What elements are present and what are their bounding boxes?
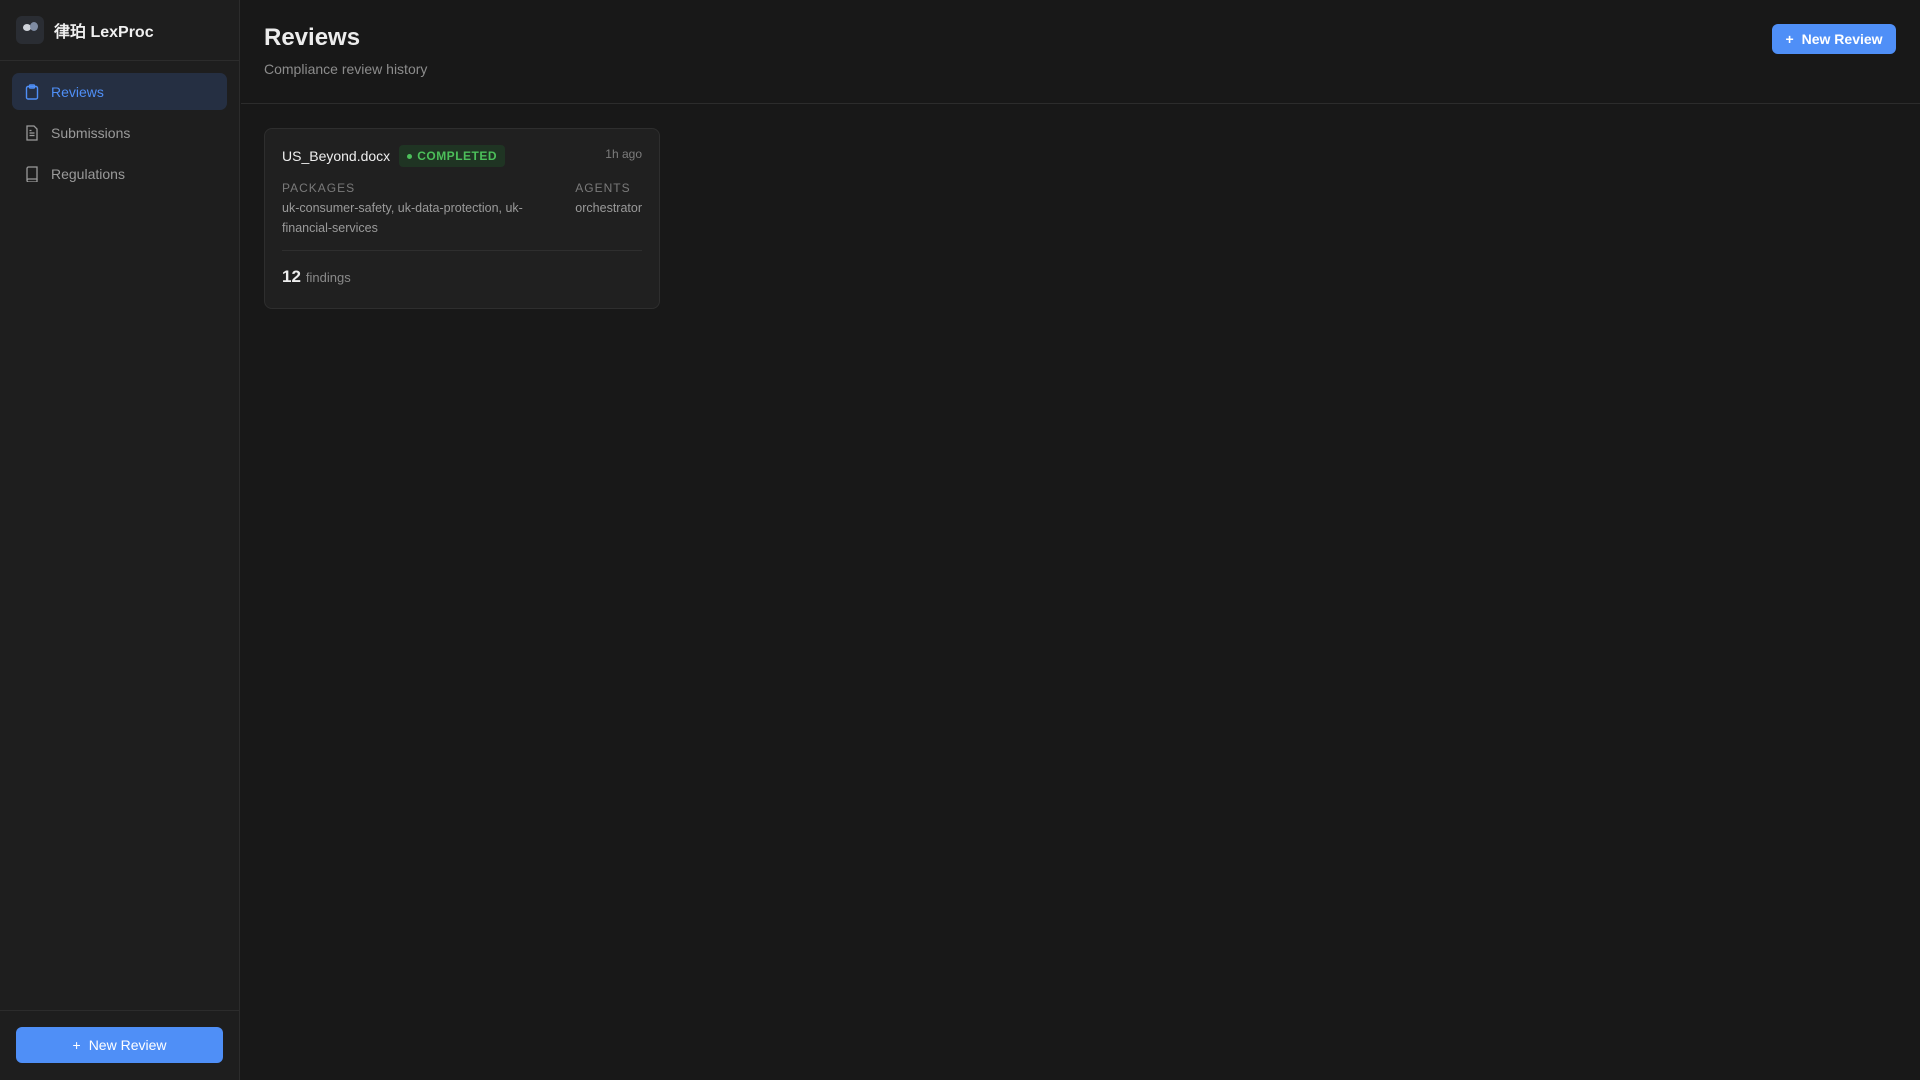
app-name: 律珀 LexProc <box>54 24 154 41</box>
review-filename: US_Beyond.docx <box>282 148 391 164</box>
app-logo <box>16 16 44 44</box>
main-content: Reviews Compliance review history + New R… <box>241 0 1920 1080</box>
status-badge: COMPLETED <box>399 145 506 167</box>
agents-label: AGENTS <box>575 181 631 195</box>
new-review-button[interactable]: + New Review <box>1772 24 1896 54</box>
sidebar-item-label: Reviews <box>51 83 104 100</box>
findings-label: findings <box>305 270 351 285</box>
review-time: 1h ago <box>605 147 642 161</box>
book-icon <box>26 165 38 182</box>
plus-icon: + <box>1785 31 1794 47</box>
page-title: Reviews <box>264 24 361 51</box>
sidebar-item-submissions[interactable]: Submissions <box>12 114 227 151</box>
sidebar-new-review-button[interactable]: + New Review <box>16 1027 223 1063</box>
agents-value: orchestrator <box>575 201 642 215</box>
sidebar-item-label: Regulations <box>51 165 125 182</box>
brand: 律珀 LexProc <box>0 0 239 61</box>
sidebar: 律珀 LexProc Reviews Submissions Regulatio… <box>0 0 240 1080</box>
packages-label: PACKAGES <box>282 181 356 195</box>
file-text-icon <box>26 124 38 141</box>
clipboard-icon <box>25 83 39 100</box>
page-header: Reviews Compliance review history + New R… <box>241 0 1920 104</box>
page-subtitle: Compliance review history <box>264 61 428 77</box>
plus-icon: + <box>72 1037 81 1053</box>
card-divider <box>282 250 642 251</box>
button-label: New Review <box>88 1037 167 1053</box>
status-text: COMPLETED <box>417 149 498 163</box>
button-label: New Review <box>1801 31 1883 47</box>
sidebar-item-label: Submissions <box>51 124 131 141</box>
sidebar-item-reviews[interactable]: Reviews <box>12 73 227 110</box>
status-dot-icon <box>407 153 413 159</box>
sidebar-nav: Reviews Submissions Regulations <box>0 61 239 208</box>
sidebar-item-regulations[interactable]: Regulations <box>12 155 227 192</box>
packages-value: uk-consumer-safety, uk-data-protection, … <box>282 201 523 235</box>
findings-count: 12 <box>282 267 301 286</box>
review-card[interactable]: US_Beyond.docx COMPLETED 1h ago PACKAGES… <box>264 128 660 309</box>
sidebar-footer: + New Review <box>0 1010 239 1080</box>
